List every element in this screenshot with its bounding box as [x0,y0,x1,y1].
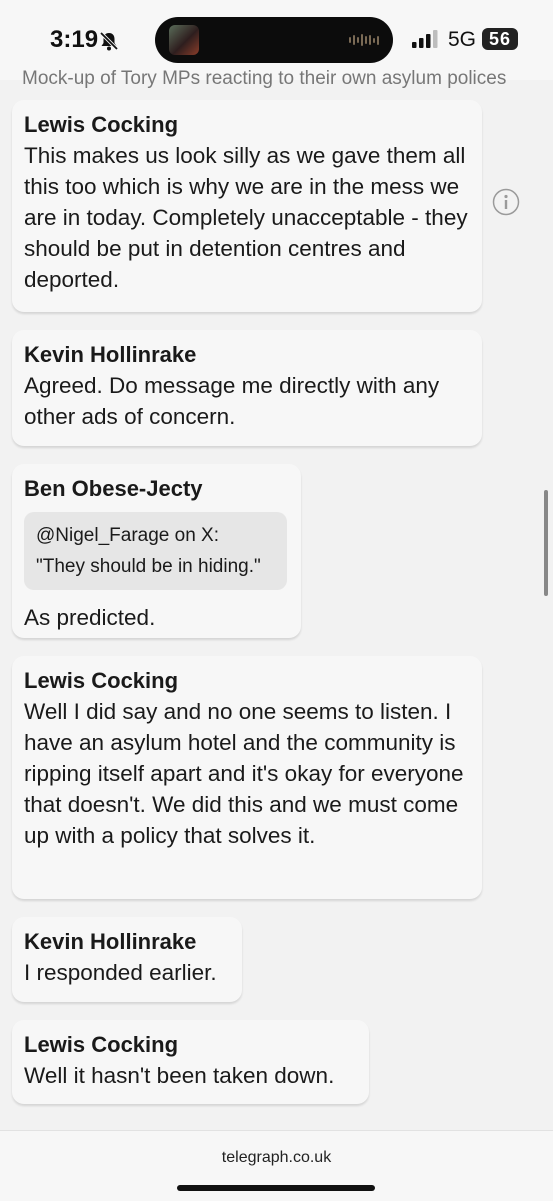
network-type: 5G [448,28,477,51]
message-text: This makes us look silly as we gave them… [24,143,468,292]
message-bubble[interactable]: Kevin Hollinrake I responded earlier. [12,917,242,1002]
message-text: Well I did say and no one seems to liste… [24,699,464,848]
bell-slash-icon [99,31,119,51]
quoted-message: @Nigel_Farage on X: "They should be in h… [24,512,287,590]
image-caption: Mock-up of Tory MPs reacting to their ow… [22,66,542,88]
scrollbar[interactable] [544,490,548,596]
browser-bottom-bar: telegraph.co.uk [0,1130,553,1201]
message-bubble[interactable]: Ben Obese-Jecty @Nigel_Farage on X: "The… [12,464,301,638]
message-sender: Lewis Cocking [24,668,179,693]
message-sender: Lewis Cocking [24,1032,179,1057]
battery-indicator: 56 [482,28,518,50]
status-time: 3:19 [50,26,99,53]
image-caption-text: Mock-up of Tory MPs reacting to their ow… [22,68,507,88]
info-icon[interactable] [492,188,520,216]
quoted-message-line: "They should be in hiding." [36,556,261,577]
message-bubble[interactable]: Kevin Hollinrake Agreed. Do message me d… [12,330,482,446]
message-sender: Ben Obese-Jecty [24,476,203,501]
message-sender: Kevin Hollinrake [24,929,197,954]
home-indicator[interactable] [177,1185,375,1191]
message-bubble[interactable]: Lewis Cocking Well it hasn't been taken … [12,1020,369,1104]
quoted-message-line: @Nigel_Farage on X: [36,525,219,546]
cellular-signal-icon [412,30,438,48]
url-bar[interactable]: telegraph.co.uk [0,1149,553,1167]
message-text: Well it hasn't been taken down. [24,1063,335,1088]
message-bubble[interactable]: Lewis Cocking Well I did say and no one … [12,656,482,899]
message-text: Agreed. Do message me directly with any … [24,373,440,429]
message-sender: Lewis Cocking [24,112,179,137]
message-text: As predicted. [24,605,156,630]
message-sender: Kevin Hollinrake [24,342,197,367]
dynamic-island[interactable] [155,17,393,63]
audio-waveform-icon [349,34,379,46]
now-playing-artwork [169,25,199,55]
message-bubble[interactable]: Lewis Cocking This makes us look silly a… [12,100,482,312]
message-text: I responded earlier. [24,960,217,985]
